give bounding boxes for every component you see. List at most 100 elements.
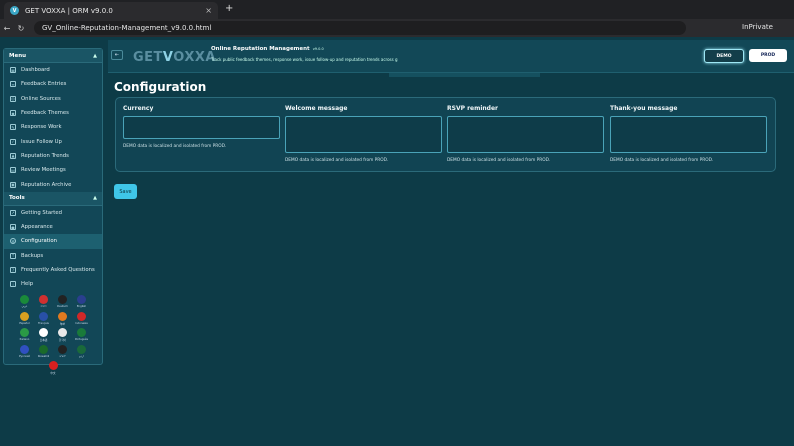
sidebar-item-label: Review Meetings (21, 167, 66, 174)
app-header: ⇤ GETVOXXA Online Reputation Management v… (108, 40, 794, 77)
rocket-icon: ➚ (10, 209, 16, 216)
sidebar-toggle-icon[interactable]: ⇤ (111, 50, 123, 60)
flag-icon (39, 311, 48, 321)
page-title: Configuration (114, 80, 207, 94)
sidebar-item-reputation-trends[interactable]: ▲ Reputation Trends (4, 149, 102, 163)
demo-button[interactable]: DEMO (704, 49, 744, 63)
language-label: Italiano (19, 338, 30, 342)
language-flag[interactable]: Indonesia (73, 311, 90, 327)
sidebar-item-backups[interactable]: ↑ Backups (4, 249, 102, 263)
currency-input[interactable] (123, 116, 280, 139)
browser-tab[interactable]: V GET VOXXA | ORM v9.0.0 × (4, 2, 218, 19)
flag-icon (77, 311, 86, 321)
globe-icon: ◎ (10, 95, 16, 102)
sidebar-item-label: Online Sources (21, 95, 61, 102)
grid-icon: ▦ (10, 67, 16, 74)
header-divider (389, 73, 540, 77)
calendar-icon: ▤ (10, 167, 16, 174)
sidebar-item-dashboard[interactable]: ▦ Dashboard (4, 63, 102, 77)
browser-tab-bar: V GET VOXXA | ORM v9.0.0 × + (0, 0, 794, 19)
sidebar-item-label: Help (21, 281, 34, 288)
language-flag[interactable]: ትግርኛ (54, 344, 71, 360)
currency-field: Currency DEMO data is localized and isol… (123, 105, 280, 149)
edit-icon: ✎ (10, 124, 16, 131)
language-flag[interactable]: Русский (16, 344, 33, 360)
sidebar-item-label: Reputation Trends (21, 152, 69, 159)
language-flag[interactable]: Français (35, 311, 52, 327)
language-label: Deutsch (57, 305, 68, 309)
sidebar-item-online-sources[interactable]: ◎ Online Sources (4, 92, 102, 106)
flag-icon (39, 328, 48, 338)
inprivate-badge[interactable]: InPrivate (742, 23, 773, 31)
language-label: বাংলা (40, 304, 47, 308)
language-flag[interactable]: Español (16, 311, 33, 327)
sidebar-item-issue-follow-up[interactable]: ✓ Issue Follow Up (4, 134, 102, 148)
app-title: Online Reputation Management v9.0.0 (211, 46, 324, 52)
flag-icon (39, 344, 48, 354)
menu-list: ▦ Dashboard ≡ Feedback Entries ◎ Online Sourc… (4, 63, 102, 192)
field-help: DEMO data is localized and isolated from… (285, 158, 389, 163)
sidebar-item-help[interactable]: i Help (4, 277, 102, 291)
save-button[interactable]: Save (114, 184, 137, 199)
language-flag[interactable]: 中文 (45, 361, 62, 376)
language-flag[interactable]: Italiano (16, 328, 33, 343)
language-label: 中文 (50, 372, 56, 376)
prod-button[interactable]: PROD (749, 49, 787, 62)
close-icon[interactable]: × (205, 6, 212, 15)
sidebar-item-feedback-themes[interactable]: ◆ Feedback Themes (4, 106, 102, 120)
flag-icon (77, 344, 86, 354)
sidebar-item-review-meetings[interactable]: ▤ Review Meetings (4, 163, 102, 177)
flag-icon (20, 344, 29, 354)
app-subtitle: Track public feedback themes, response w… (211, 57, 398, 62)
language-flag[interactable]: 日本語 (35, 328, 52, 343)
back-icon[interactable]: ← (0, 24, 14, 33)
field-help: DEMO data is localized and isolated from… (123, 144, 227, 149)
flag-icon (20, 295, 29, 305)
tag-icon: ◆ (10, 110, 16, 117)
palette-icon: ● (10, 224, 16, 231)
language-flag[interactable]: 한국어 (54, 328, 71, 343)
language-flag[interactable]: Kiswahili (35, 344, 52, 360)
flag-icon (39, 295, 48, 304)
language-label: Português (74, 338, 89, 342)
sidebar-item-getting-started[interactable]: ➚ Getting Started (4, 206, 102, 220)
language-flag[interactable]: عربي (16, 295, 33, 310)
language-flag[interactable]: اردو (73, 344, 90, 360)
flag-icon (77, 328, 86, 338)
question-icon: ? (10, 267, 16, 273)
language-flag[interactable]: Português (73, 328, 90, 343)
language-flag[interactable]: বাংলা (35, 295, 52, 310)
rsvp-reminder-input[interactable] (447, 116, 604, 153)
language-label: Русский (19, 354, 30, 358)
refresh-icon[interactable]: ↻ (14, 24, 28, 33)
upload-icon: ↑ (10, 252, 16, 259)
thank-you-message-field: Thank-you message DEMO data is localized… (610, 105, 767, 163)
sidebar-item-label: Feedback Themes (21, 110, 69, 117)
gear-icon: ✲ (10, 238, 16, 245)
sidebar-item-label: Configuration (21, 238, 57, 245)
sidebar-item-configuration[interactable]: ✲ Configuration (4, 234, 102, 249)
language-flag[interactable]: Deutsch (54, 295, 71, 310)
url-input[interactable]: GV_Online-Reputation-Management_v9.0.0.h… (34, 21, 686, 35)
flag-icon (48, 361, 58, 371)
sidebar-item-response-work[interactable]: ✎ Response Work (4, 120, 102, 134)
sidebar-item-appearance[interactable]: ● Appearance (4, 220, 102, 234)
thank-you-message-input[interactable] (610, 116, 767, 153)
welcome-message-input[interactable] (285, 116, 442, 153)
archive-icon: ▣ (10, 181, 16, 188)
new-tab-icon[interactable]: + (225, 3, 233, 14)
sidebar-item-label: Appearance (21, 224, 53, 231)
sidebar-item-reputation-archive[interactable]: ▣ Reputation Archive (4, 177, 102, 191)
sidebar-item-frequently-asked-questions[interactable]: ? Frequently Asked Questions (4, 263, 102, 277)
language-flag[interactable]: हिन्दी (54, 311, 71, 327)
field-label: Currency (123, 105, 154, 112)
logo: GETVOXXA (133, 50, 216, 65)
sidebar-item-label: Backups (21, 252, 44, 259)
menu-section-header[interactable]: Menu ▲ (4, 49, 102, 63)
tab-title: GET VOXXA | ORM v9.0.0 (25, 6, 113, 15)
language-flag[interactable]: English (73, 295, 90, 310)
sidebar-item-feedback-entries[interactable]: ≡ Feedback Entries (4, 77, 102, 91)
flag-icon (58, 344, 67, 354)
tools-section-header[interactable]: Tools ▲ (4, 191, 102, 206)
app-version: v9.0.0 (312, 47, 324, 51)
